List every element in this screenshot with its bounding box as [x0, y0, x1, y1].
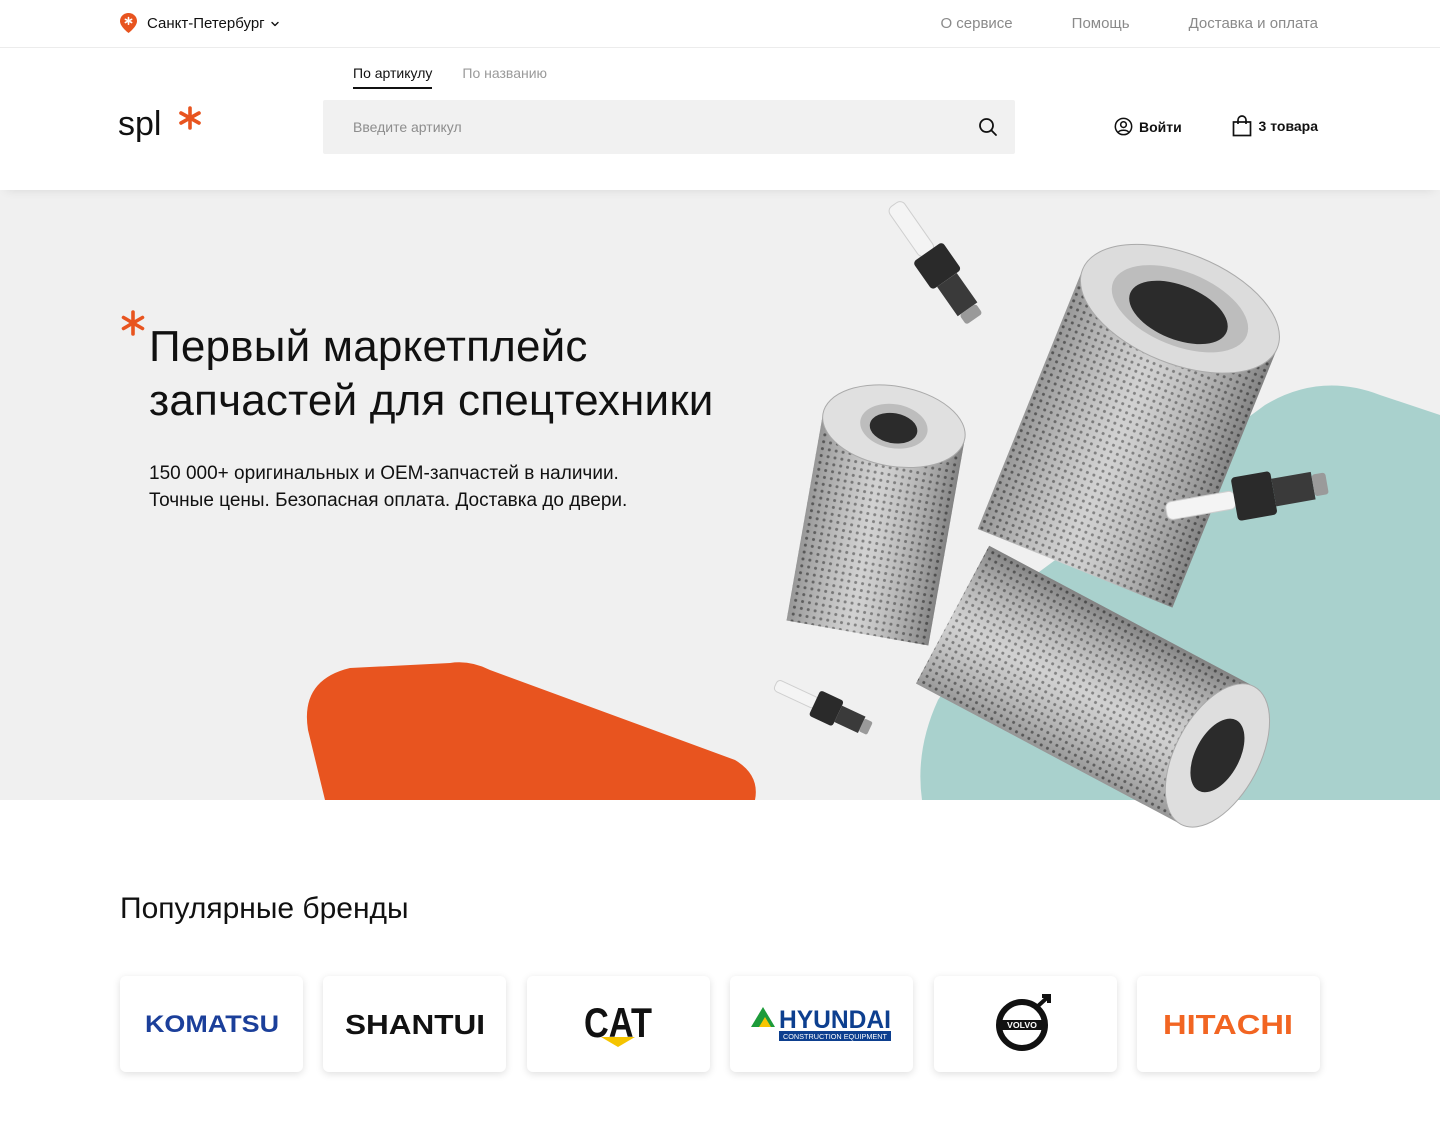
- logo-asterisk-icon: [179, 106, 201, 130]
- brand-card-hyundai[interactable]: HYUNDAI CONSTRUCTION EQUIPMENT: [730, 976, 914, 1072]
- brand-name: KOMATSU: [145, 1011, 279, 1038]
- orange-shape: [306, 662, 756, 800]
- city-selector[interactable]: Санкт-Петербург: [120, 13, 280, 33]
- cat-logo: CAT: [584, 1001, 653, 1047]
- cart-button[interactable]: 3 товара: [1232, 115, 1318, 137]
- hero-subtitle-line-2: Точные цены. Безопасная оплата. Доставка…: [149, 490, 628, 511]
- brand-name: CAT: [584, 1001, 652, 1046]
- main-header: spl По артикулу По названию Войти 3 това…: [0, 49, 1440, 190]
- hero-title-line-2: запчастей для спецтехники: [149, 376, 714, 425]
- city-name: Санкт-Петербург: [147, 14, 265, 32]
- link-help[interactable]: Помощь: [1072, 15, 1130, 32]
- brands-title: Популярные бренды: [120, 892, 409, 925]
- link-about[interactable]: О сервисе: [940, 15, 1012, 32]
- brand-subtitle: CONSTRUCTION EQUIPMENT: [783, 1034, 888, 1041]
- hero-title-line-1: Первый маркетплейс: [149, 322, 588, 371]
- accent-asterisk-icon: [121, 310, 145, 336]
- hero-subtitle: 150 000+ оригинальных и OEM-запчастей в …: [149, 460, 749, 514]
- hero-title: Первый маркетплейс запчастей для спецтех…: [149, 320, 849, 428]
- top-links: О сервисе Помощь Доставка и оплата: [881, 15, 1318, 32]
- brand-card-shantui[interactable]: SHANTUI: [323, 976, 507, 1072]
- login-button[interactable]: Войти: [1114, 117, 1182, 136]
- brand-name: HITACHI: [1163, 1009, 1293, 1039]
- brand-card-komatsu[interactable]: KOMATSU: [120, 976, 303, 1072]
- spl-logo[interactable]: spl: [118, 104, 208, 148]
- brands-list: KOMATSU SHANTUI CAT HYUNDAI CONSTRUCTION…: [120, 976, 1320, 1072]
- brand-card-cat[interactable]: CAT: [526, 976, 710, 1072]
- chevron-down-icon: [270, 21, 279, 27]
- brand-name: SHANTUI: [345, 1009, 485, 1039]
- hero-banner: Первый маркетплейс запчастей для спецтех…: [0, 190, 1440, 800]
- search-icon[interactable]: [978, 117, 998, 137]
- brand-name: VOLVO: [1007, 1021, 1037, 1030]
- brand-card-volvo[interactable]: VOLVO: [933, 976, 1117, 1072]
- user-icon: [1114, 117, 1133, 136]
- login-label: Войти: [1139, 118, 1182, 135]
- hero-subtitle-line-1: 150 000+ оригинальных и OEM-запчастей в …: [149, 463, 619, 484]
- link-delivery[interactable]: Доставка и оплата: [1189, 15, 1318, 32]
- hyundai-logo: HYUNDAI CONSTRUCTION EQUIPMENT: [750, 1006, 891, 1041]
- search-input[interactable]: [323, 100, 963, 154]
- brand-name: HYUNDAI: [779, 1006, 891, 1034]
- search-bar: [323, 100, 1015, 154]
- volvo-logo: VOLVO: [996, 994, 1052, 1051]
- tab-by-article[interactable]: По артикулу: [353, 65, 433, 89]
- shantui-logo: SHANTUI: [345, 1009, 485, 1039]
- shopping-bag-icon: [1232, 115, 1251, 137]
- top-bar: Санкт-Петербург О сервисе Помощь Доставк…: [0, 0, 1440, 48]
- hitachi-logo: HITACHI: [1163, 1009, 1293, 1039]
- search-tabs: По артикулу По названию: [353, 65, 577, 89]
- cart-label: 3 товара: [1258, 118, 1318, 134]
- location-pin-icon: [120, 13, 137, 33]
- logo-text: spl: [118, 105, 161, 143]
- brand-card-hitachi[interactable]: HITACHI: [1136, 976, 1320, 1072]
- komatsu-logo: KOMATSU: [145, 1011, 279, 1038]
- tab-by-name[interactable]: По названию: [462, 65, 547, 89]
- teal-shape: [920, 385, 1440, 800]
